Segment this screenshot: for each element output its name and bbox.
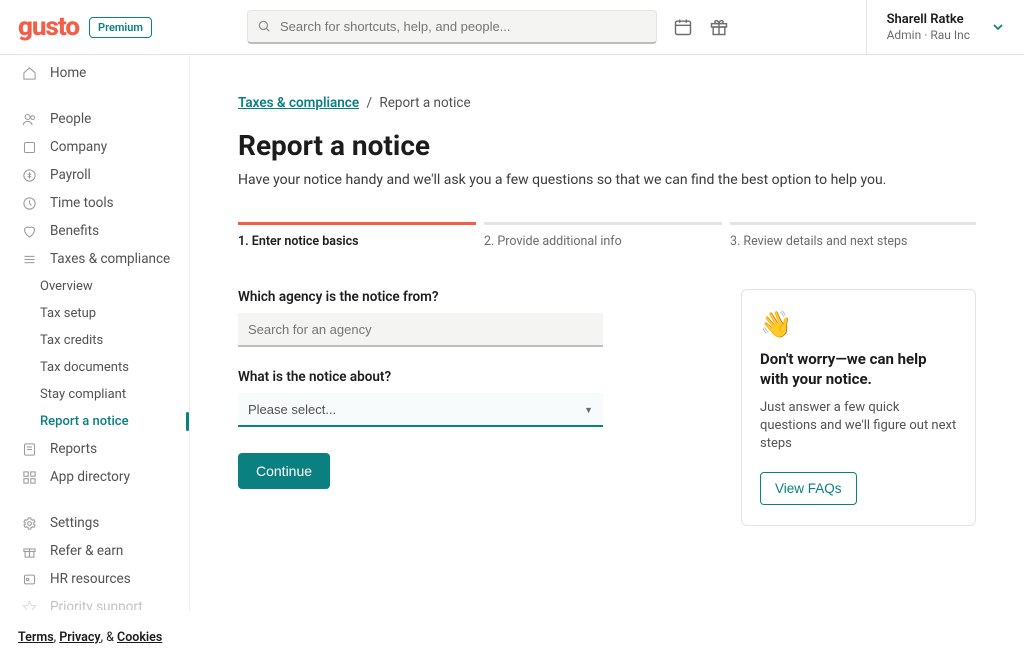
grid-icon <box>22 470 40 485</box>
sidebar-item-taxes[interactable]: Taxes & compliance <box>0 245 189 273</box>
logo: gusto <box>18 12 79 42</box>
sidebar-item-priority[interactable]: Priority support <box>0 593 189 610</box>
sidebar-item-company[interactable]: Company <box>0 133 189 161</box>
page-subtitle: Have your notice handy and we'll ask you… <box>238 172 976 188</box>
sidebar-item-app-directory[interactable]: App directory <box>0 463 189 491</box>
sidebar-item-report-notice[interactable]: Report a notice <box>0 408 189 435</box>
breadcrumb: Taxes & compliance / Report a notice <box>238 95 976 111</box>
clock-icon <box>22 196 40 211</box>
sidebar: Home People Company Payroll Time tools B… <box>0 55 190 610</box>
page-title: Report a notice <box>238 129 976 162</box>
main: Taxes & compliance / Report a notice Rep… <box>190 55 1024 659</box>
header: gusto Premium Sharell Ratke Admin · Rau … <box>0 0 1024 55</box>
home-icon <box>22 66 40 81</box>
search-icon <box>257 19 271 33</box>
step-1: 1. Enter notice basics <box>238 222 484 249</box>
reports-icon <box>22 442 40 457</box>
sidebar-item-tax-credits[interactable]: Tax credits <box>0 327 189 354</box>
premium-badge[interactable]: Premium <box>89 17 152 38</box>
chevron-down-icon: ▼ <box>584 405 593 416</box>
footer-cookies[interactable]: Cookies <box>117 630 162 645</box>
calendar-icon[interactable] <box>673 17 693 37</box>
breadcrumb-root[interactable]: Taxes & compliance <box>238 95 359 111</box>
wave-icon: 👋 <box>760 310 957 340</box>
about-select[interactable]: Please select... <box>238 393 603 427</box>
sidebar-item-tax-setup[interactable]: Tax setup <box>0 300 189 327</box>
gift-icon <box>22 544 40 559</box>
sidebar-item-reports[interactable]: Reports <box>0 435 189 463</box>
view-faqs-button[interactable]: View FAQs <box>760 472 857 505</box>
sidebar-item-home[interactable]: Home <box>0 59 189 87</box>
step-3: 3. Review details and next steps <box>730 222 976 249</box>
about-label: What is the notice about? <box>238 369 638 385</box>
user-menu[interactable]: Sharell Ratke Admin · Rau Inc <box>866 0 1006 54</box>
people-icon <box>22 112 40 127</box>
heart-icon <box>22 224 40 239</box>
sidebar-item-overview[interactable]: Overview <box>0 273 189 300</box>
continue-button[interactable]: Continue <box>238 453 330 489</box>
chevron-down-icon <box>990 19 1006 35</box>
search-input[interactable] <box>247 10 657 44</box>
footer: Terms, Privacy, & Cookies <box>0 620 190 659</box>
sidebar-item-stay-compliant[interactable]: Stay compliant <box>0 381 189 408</box>
stepper: 1. Enter notice basics 2. Provide additi… <box>238 222 976 249</box>
sidebar-item-payroll[interactable]: Payroll <box>0 161 189 189</box>
gear-icon <box>22 516 40 531</box>
sidebar-item-time-tools[interactable]: Time tools <box>0 189 189 217</box>
footer-privacy[interactable]: Privacy <box>59 630 100 645</box>
user-sub: Admin · Rau Inc <box>887 28 970 42</box>
badge-icon <box>22 572 40 587</box>
panel-text: Just answer a few quick questions and we… <box>760 399 957 454</box>
user-name: Sharell Ratke <box>887 12 970 28</box>
help-panel: 👋 Don't worry—we can help with your noti… <box>741 289 976 526</box>
footer-terms[interactable]: Terms <box>18 630 54 645</box>
sidebar-item-refer[interactable]: Refer & earn <box>0 537 189 565</box>
breadcrumb-current: Report a notice <box>379 95 470 111</box>
sidebar-item-tax-documents[interactable]: Tax documents <box>0 354 189 381</box>
agency-label: Which agency is the notice from? <box>238 289 638 305</box>
star-icon <box>22 600 40 611</box>
payroll-icon <box>22 168 40 183</box>
gift-icon[interactable] <box>709 17 729 37</box>
sidebar-item-settings[interactable]: Settings <box>0 509 189 537</box>
sidebar-item-benefits[interactable]: Benefits <box>0 217 189 245</box>
search-box <box>247 10 657 44</box>
step-2: 2. Provide additional info <box>484 222 730 249</box>
agency-input[interactable] <box>238 313 603 347</box>
company-icon <box>22 140 40 155</box>
list-icon <box>22 252 40 267</box>
panel-title: Don't worry—we can help with your notice… <box>760 350 957 389</box>
sidebar-item-people[interactable]: People <box>0 105 189 133</box>
sidebar-item-hr[interactable]: HR resources <box>0 565 189 593</box>
